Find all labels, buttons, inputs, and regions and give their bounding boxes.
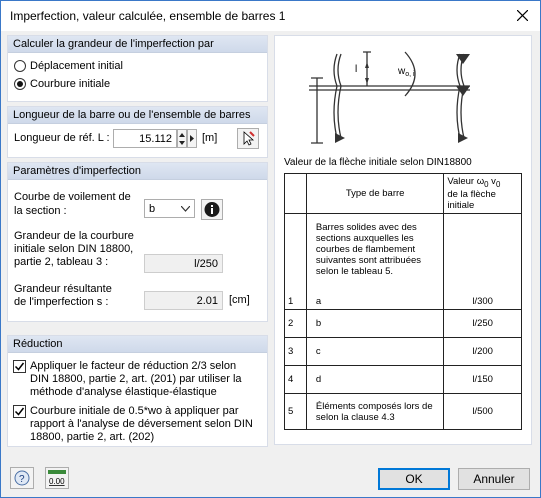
svg-text:0.00: 0.00 <box>49 477 65 486</box>
dialog-window: Imperfection, valeur calculée, ensemble … <box>0 0 541 498</box>
radio-initial-displacement-label[interactable]: Déplacement initial <box>30 60 123 72</box>
chevron-down-icon <box>181 206 190 212</box>
ref-length-unit: [m] <box>202 132 218 144</box>
figure-label-l: l <box>355 64 357 75</box>
table-head-type: Type de barre <box>305 173 445 214</box>
radio-initial-curvature-label[interactable]: Courbure initiale <box>30 78 110 90</box>
params-group-header: Paramètres d'imperfection <box>8 163 267 180</box>
bar-length-group: Longueur de la barre ou de l'ensemble de… <box>7 106 268 158</box>
title-bar: Imperfection, valeur calculée, ensemble … <box>1 1 540 31</box>
buckling-curve-value: b <box>149 203 156 215</box>
resulting-imperfection-label-1: Grandeur résultante <box>14 283 112 295</box>
info-panel: l wo, i Valeur de la flèche initiale sel… <box>274 35 532 445</box>
info-button[interactable] <box>201 199 223 220</box>
table-row: 5 Éléments composés lors de selon la cla… <box>284 393 522 430</box>
reduction-factor-label-1[interactable]: Appliquer le facteur de réduction 2/3 se… <box>30 360 236 372</box>
figure-label-w: wo, i <box>397 66 415 78</box>
checkmark-icon <box>14 407 25 416</box>
radio-initial-curvature[interactable] <box>14 78 26 90</box>
table-row: 2 b l/250 <box>284 309 522 338</box>
ref-length-label: Longueur de réf. L : <box>14 132 110 144</box>
table-row: 1 Barres solides avec des sections auxqu… <box>284 213 522 310</box>
pick-length-button[interactable] <box>237 128 259 149</box>
close-icon <box>516 9 528 22</box>
buckling-curve-label-2: la section : <box>14 205 67 217</box>
checkmark-icon <box>14 362 25 371</box>
lateral-torsional-label-2[interactable]: rapport à l'analyse de déversement selon… <box>30 418 253 430</box>
info-icon <box>204 202 220 217</box>
units-icon: 0.00 <box>48 470 66 486</box>
play-arrow-icon <box>190 135 194 142</box>
table-caption: Valeur de la flèche initiale selon DIN18… <box>284 157 472 168</box>
lateral-torsional-label-1[interactable]: Courbure initiale de 0.5*wo à appliquer … <box>30 405 239 417</box>
resulting-imperfection-field: 2.01 <box>144 291 223 310</box>
table-intro-text: Barres solides avec des sections auxquel… <box>315 222 422 277</box>
curvature-label-2: initiale selon DIN 18800, <box>14 243 134 255</box>
ref-length-spinner[interactable] <box>177 129 187 148</box>
table-row: 4 d l/150 <box>284 365 522 394</box>
svg-text:?: ? <box>19 474 25 485</box>
help-icon: ? <box>14 470 30 486</box>
radio-initial-displacement[interactable] <box>14 60 26 72</box>
table-head-value: Valeur ω0 v0 de la flèche initiale <box>443 173 522 214</box>
curvature-label-3: partie 2, tableau 3 : <box>14 256 109 268</box>
buckling-curve-label-1: Courbe de voilement de <box>14 191 131 203</box>
calc-imperfection-group: Calculer la grandeur de l'imperfection p… <box>7 35 268 102</box>
ok-button[interactable]: OK <box>378 468 450 490</box>
ref-length-arrow-button[interactable] <box>187 129 197 148</box>
initial-deflection-table: Type de barre Valeur ω0 v0 de la flèche in… <box>284 173 522 430</box>
help-button[interactable]: ? <box>10 467 34 489</box>
imperfection-figure: l wo, i <box>309 51 470 144</box>
curvature-label-1: Grandeur de la courbure <box>14 230 134 242</box>
lateral-torsional-label-3[interactable]: 18800, partie 2, art. (202) <box>30 431 154 443</box>
imperfection-params-group: Paramètres d'imperfection Courbe de voil… <box>7 162 268 322</box>
reduction-factor-checkbox[interactable] <box>13 360 26 373</box>
ref-length-input[interactable]: 15.112 <box>113 129 177 148</box>
calc-group-header: Calculer la grandeur de l'imperfection p… <box>8 36 267 53</box>
resulting-imperfection-unit: [cm] <box>229 294 250 306</box>
resulting-imperfection-label-2: de l'imperfection s : <box>14 296 109 308</box>
reduction-group-header: Réduction <box>8 336 267 353</box>
reduction-factor-label-3[interactable]: méthode d'analyse élastique-élastique <box>30 386 217 398</box>
close-button[interactable] <box>504 1 540 31</box>
buckling-curve-select[interactable]: b <box>144 199 195 218</box>
reduction-group: Réduction Appliquer le facteur de réduct… <box>7 335 268 447</box>
reduction-factor-label-2[interactable]: DIN 18800, partie 2, art. (201) par util… <box>30 373 242 385</box>
cancel-button[interactable]: Annuler <box>458 468 530 490</box>
table-row: 3 c l/200 <box>284 337 522 366</box>
lateral-torsional-checkbox[interactable] <box>13 405 26 418</box>
length-group-header: Longueur de la barre ou de l'ensemble de… <box>8 107 267 124</box>
curvature-value-field: l/250 <box>144 254 223 273</box>
window-title: Imperfection, valeur calculée, ensemble … <box>10 9 286 23</box>
units-button[interactable]: 0.00 <box>45 467 69 489</box>
pick-cursor-icon <box>243 131 255 146</box>
